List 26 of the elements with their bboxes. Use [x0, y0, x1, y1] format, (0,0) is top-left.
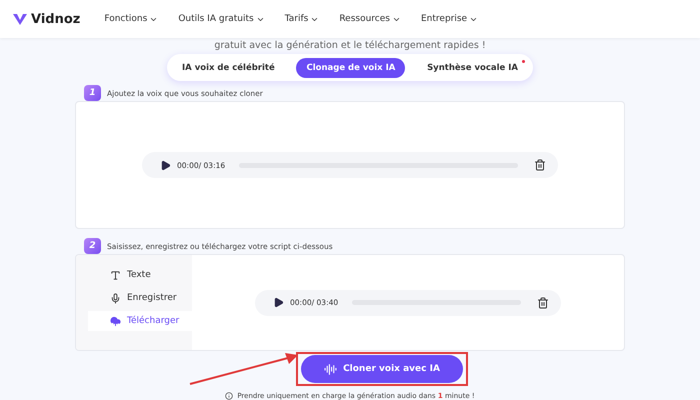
script-option[interactable]: Enregistrer [88, 288, 192, 308]
play-icon[interactable] [160, 160, 171, 170]
nav-menu-item[interactable]: Entreprise [420, 14, 478, 24]
nav-menu-item[interactable]: Fonctions [104, 14, 158, 24]
clone-voice-button[interactable]: Cloner voix avec IA [301, 355, 463, 383]
microphone-icon [110, 292, 121, 304]
sound-wave-icon [324, 362, 338, 376]
play-icon[interactable] [273, 297, 284, 308]
nav-menu-item[interactable]: Ressources [339, 14, 401, 24]
logo-text[interactable]: Vidnoz [31, 12, 80, 26]
step-number: 2 [84, 238, 101, 254]
tab[interactable]: Clonage de voix IA [296, 58, 406, 78]
script-option[interactable]: Texte [88, 265, 192, 285]
letter-t-icon [110, 270, 121, 280]
tab[interactable]: Synthèse vocale IA [417, 58, 528, 78]
nav-menu-item[interactable]: Outils IA gratuits [178, 14, 265, 24]
info-icon [225, 392, 234, 400]
trash-icon[interactable] [537, 296, 549, 308]
logo-icon[interactable] [12, 12, 28, 26]
tab[interactable]: IA voix de célébrité [172, 58, 285, 78]
trash-icon[interactable] [534, 159, 546, 171]
script-option[interactable]: Télécharger [88, 311, 192, 331]
step-number: 1 [84, 85, 101, 101]
subtitle: gratuit avec la génération et le téléchargement rapides ! [213, 40, 487, 52]
cloud-upload-icon [110, 316, 121, 326]
nav-menu-item[interactable]: Tarifs [284, 14, 320, 24]
